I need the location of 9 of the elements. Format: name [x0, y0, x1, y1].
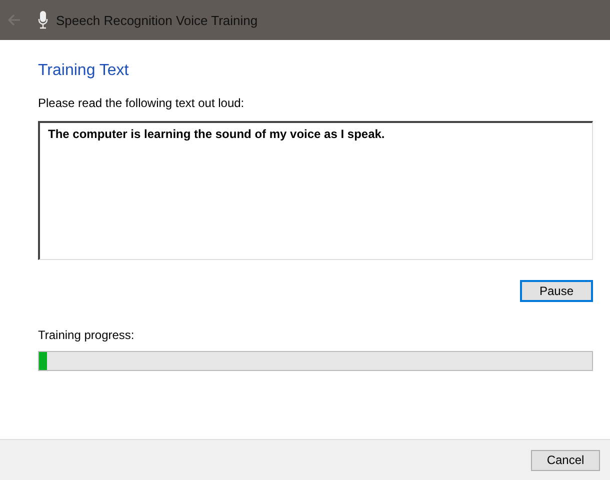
window-title: Speech Recognition Voice Training [56, 12, 258, 28]
pause-button[interactable]: Pause [520, 280, 593, 302]
progress-label: Training progress: [38, 328, 136, 342]
section-heading: Training Text [38, 62, 130, 80]
cancel-button[interactable]: Cancel [531, 450, 600, 470]
training-text-box: The computer is learning the sound of my voice as I speak. [38, 121, 593, 260]
instruction-text: Please read the following text out loud: [38, 96, 246, 110]
microphone-icon [38, 11, 48, 29]
back-arrow-icon[interactable] [6, 12, 22, 28]
